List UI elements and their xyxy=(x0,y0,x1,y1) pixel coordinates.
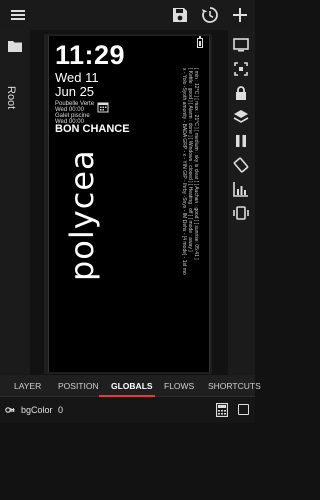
add-icon[interactable] xyxy=(230,5,250,25)
lock-icon[interactable] xyxy=(232,84,250,102)
top-toolbar xyxy=(0,0,255,30)
select-checkbox[interactable] xyxy=(238,404,249,415)
tab-globals[interactable]: GLOBALS xyxy=(111,381,153,391)
info-line: [ Kettle : good ] [ Alarm : done ] [ Win… xyxy=(187,68,193,252)
root-node-label[interactable]: Root xyxy=(5,86,17,109)
menu-icon[interactable] xyxy=(8,5,28,25)
weekday-text: Wed 11 xyxy=(55,70,99,85)
info-line: x - Yolo -Syoth amonity - BADA GRP - x -… xyxy=(181,68,187,275)
calendar-icon xyxy=(97,102,109,113)
info-line: [ min : 12°C ] [ max : 21°C ] [ medium :… xyxy=(193,68,199,260)
tab-flows[interactable]: FLOWS xyxy=(164,381,194,391)
chart-icon[interactable] xyxy=(232,180,250,198)
global-variable-value: 0 xyxy=(58,405,64,415)
polycea-logo: polycea xyxy=(63,149,101,281)
folder-icon[interactable] xyxy=(8,40,22,52)
layer-tree-panel: Root xyxy=(0,30,30,375)
calculator-icon[interactable] xyxy=(216,403,228,417)
global-variable-icon xyxy=(5,407,15,413)
vertical-info-text: [ min : 12°C ] [ max : 21°C ] [ medium :… xyxy=(181,68,199,358)
tab-position[interactable]: POSITION xyxy=(58,381,99,391)
vibrate-icon[interactable] xyxy=(232,204,250,222)
phone-preview[interactable]: 11:29 Wed 11 Jun 25 Poubelle Verte Wed 0… xyxy=(48,36,210,372)
clock-text: 11:29 xyxy=(55,40,126,70)
tab-layer[interactable]: LAYER xyxy=(14,381,41,391)
tab-shortcuts[interactable]: SHORTCUTS xyxy=(208,381,261,391)
battery-icon xyxy=(197,36,203,48)
history-icon[interactable] xyxy=(200,5,220,25)
layers-icon[interactable] xyxy=(232,108,250,126)
month-day-text: Jun 25 xyxy=(55,84,95,99)
screen-icon[interactable] xyxy=(232,36,250,54)
rotate-screen-icon[interactable] xyxy=(232,156,250,174)
message-text: BON CHANCE xyxy=(55,123,130,135)
save-icon[interactable] xyxy=(170,5,190,25)
editor-tabs: LAYER POSITION GLOBALS FLOWS SHORTCUTS xyxy=(0,375,261,397)
fit-screen-icon[interactable] xyxy=(232,60,250,78)
pause-icon[interactable] xyxy=(232,132,250,150)
global-variable-name: bgColor xyxy=(21,405,53,415)
right-tool-panel xyxy=(228,30,255,375)
